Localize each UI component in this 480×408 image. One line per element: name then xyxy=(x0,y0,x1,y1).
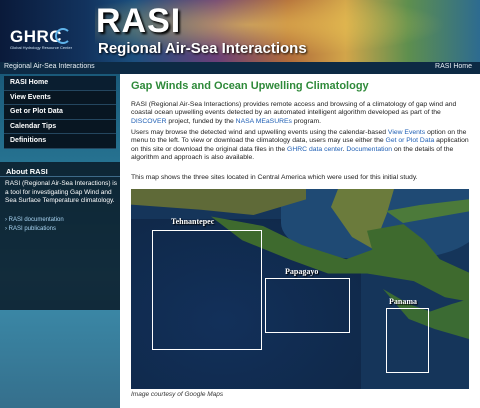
intro-text-2: project, funded by the xyxy=(166,117,236,125)
site-title: RASI xyxy=(96,2,182,40)
nav-item-calendar-tips[interactable]: Calendar Tips xyxy=(4,119,116,134)
map-intro-text: This map shows the three sites located i… xyxy=(131,174,418,181)
nav-item-get-or-plot-data[interactable]: Get or Plot Data xyxy=(4,105,116,120)
main-content: Gap Winds and Ocean Upwelling Climatolog… xyxy=(120,74,480,408)
region-box-tehnantepec xyxy=(152,230,262,350)
about-panel: About RASI RASI (Regional Air-Sea Intera… xyxy=(0,162,120,310)
region-box-panama xyxy=(386,308,429,373)
about-title: About RASI xyxy=(6,167,48,176)
rasi-home-link[interactable]: RASI Home xyxy=(435,63,472,70)
sidebar-nav: RASI Home View Events Get or Plot Data C… xyxy=(4,76,116,149)
central-america-map: Tehnantepec Papagayo Panama xyxy=(131,189,469,389)
discover-link[interactable]: DISCOVER xyxy=(131,118,167,125)
nav-item-definitions[interactable]: Definitions xyxy=(4,134,116,149)
intro-text-3: program. xyxy=(291,117,322,125)
ghrc-swirl-icon xyxy=(55,28,71,44)
top-bar: Regional Air-Sea Interactions RASI Home xyxy=(0,62,480,74)
usage-text-1: Users may browse the detected wind and u… xyxy=(131,129,388,136)
usage-paragraph: Users may browse the detected wind and u… xyxy=(131,129,471,162)
about-text: RASI (Regional Air-Sea Interactions) is … xyxy=(5,180,117,204)
intro-paragraph: RASI (Regional Air-Sea Interactions) pro… xyxy=(131,101,471,126)
page-title: Gap Winds and Ocean Upwelling Climatolog… xyxy=(131,80,369,92)
ghrc-data-center-link[interactable]: GHRC data center xyxy=(287,146,343,153)
rasi-publications-link[interactable]: › RASI publications xyxy=(5,226,56,232)
map-land-mexico xyxy=(131,189,306,215)
region-label-panama: Panama xyxy=(389,297,417,306)
nasa-measures-link[interactable]: NASA MEaSUREs xyxy=(236,118,292,125)
rasi-documentation-link[interactable]: › RASI documentation xyxy=(5,217,64,223)
view-events-link[interactable]: View Events xyxy=(388,129,425,136)
region-label-papagayo: Papagayo xyxy=(285,267,319,276)
region-box-papagayo xyxy=(265,278,350,333)
about-divider xyxy=(0,176,120,177)
topbar-title: Regional Air-Sea Interactions xyxy=(4,63,95,70)
get-or-plot-data-link[interactable]: Get or Plot Data xyxy=(386,137,435,144)
sidebar: RASI Home View Events Get or Plot Data C… xyxy=(0,74,120,408)
region-label-tehnantepec: Tehnantepec xyxy=(171,217,215,226)
ghrc-logo-subtext: Global Hydrology Resource Center xyxy=(10,45,73,50)
documentation-link[interactable]: Documentation xyxy=(346,146,392,153)
nav-item-view-events[interactable]: View Events xyxy=(4,90,116,105)
header-banner: GHRC Global Hydrology Resource Center RA… xyxy=(0,0,480,62)
intro-text-1: RASI (Regional Air-Sea Interactions) pro… xyxy=(131,101,457,117)
site-subtitle: Regional Air-Sea Interactions xyxy=(98,40,307,57)
nav-item-rasi-home[interactable]: RASI Home xyxy=(4,76,116,91)
map-caption: Image courtesy of Google Maps xyxy=(131,391,224,398)
